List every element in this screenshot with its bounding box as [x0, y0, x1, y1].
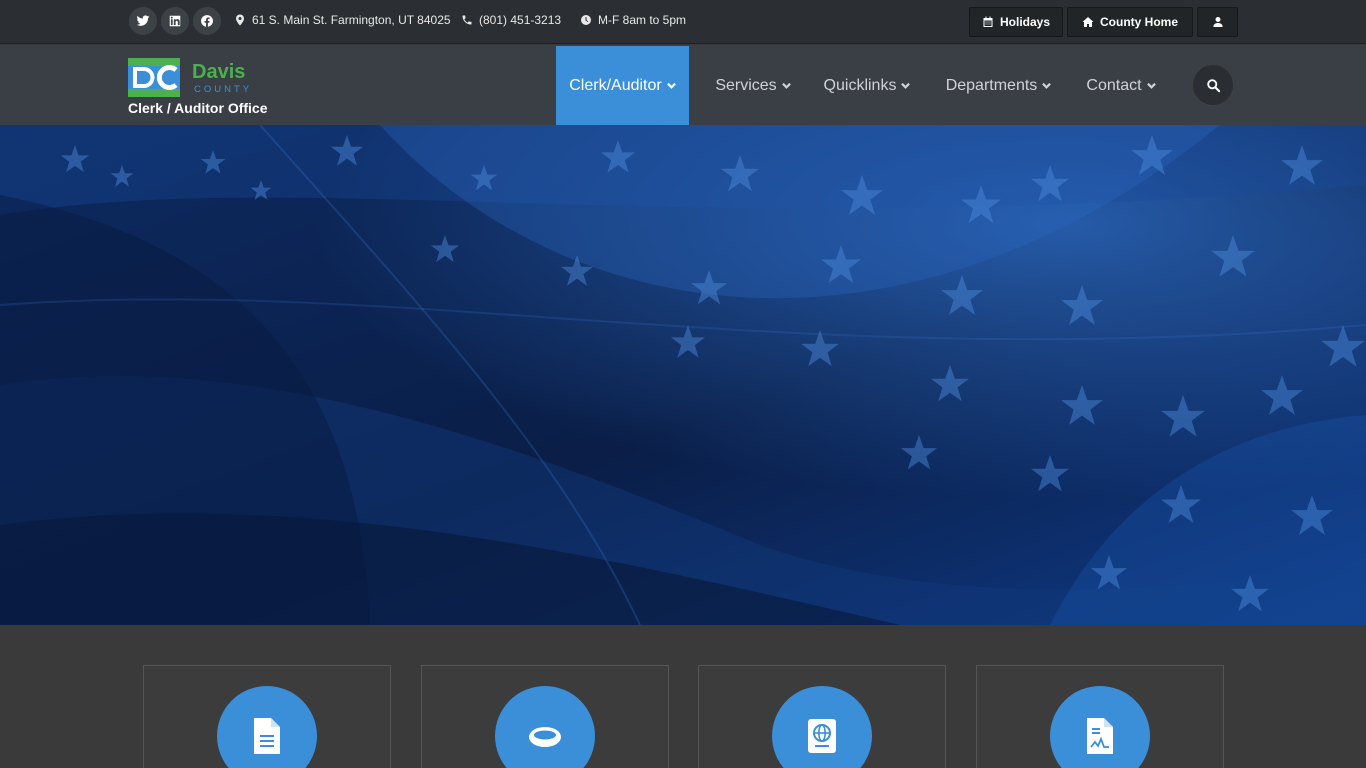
phone-icon — [462, 15, 472, 25]
hero-banner — [0, 125, 1366, 625]
top-utility-bar: 61 S. Main St. Farmington, UT 84025 (801… — [0, 0, 1366, 44]
holidays-button[interactable]: Holidays — [969, 7, 1063, 37]
hours-text: M-F 8am to 5pm — [598, 13, 687, 27]
address-text: 61 S. Main St. Farmington, UT 84025 — [252, 13, 451, 27]
nav-services[interactable]: Services — [707, 46, 799, 125]
user-icon — [1213, 17, 1222, 27]
county-home-button[interactable]: County Home — [1067, 7, 1193, 37]
logo-name-text: Davis — [192, 61, 245, 83]
nav-quicklinks-label: Quicklinks — [823, 76, 897, 94]
card-icon-circle — [495, 686, 595, 768]
home-icon — [1082, 17, 1094, 27]
calendar-icon — [983, 16, 993, 27]
nav-departments[interactable]: Departments — [935, 46, 1062, 125]
ring-icon — [529, 727, 561, 747]
document-icon — [254, 718, 280, 754]
nav-departments-label: Departments — [945, 76, 1038, 94]
davis-county-logo[interactable]: Davis COUNTY — [128, 58, 273, 98]
phone-text: (801) 451-3213 — [479, 13, 562, 27]
nav-clerk-auditor[interactable]: Clerk/Auditor — [556, 46, 689, 125]
user-account-button[interactable] — [1197, 7, 1238, 37]
passport-icon — [808, 719, 836, 753]
flag-background-image — [0, 125, 1366, 625]
chevron-down-icon — [1146, 82, 1156, 89]
card-icon-circle — [1050, 686, 1150, 768]
chevron-down-icon — [666, 82, 676, 89]
county-home-label: County Home — [1100, 15, 1178, 29]
search-icon — [1206, 78, 1220, 92]
nav-quicklinks[interactable]: Quicklinks — [815, 46, 919, 125]
card-icon-circle — [772, 686, 872, 768]
chevron-down-icon — [781, 82, 791, 89]
holidays-label: Holidays — [999, 15, 1050, 29]
service-card-passport[interactable] — [698, 665, 946, 768]
logo-county-text: COUNTY — [194, 84, 252, 95]
facebook-link[interactable] — [193, 7, 221, 35]
twitter-link[interactable] — [129, 7, 157, 35]
service-card-marriage[interactable] — [421, 665, 669, 768]
chevron-down-icon — [1042, 82, 1052, 89]
phone-info[interactable]: (801) 451-3213 — [461, 13, 561, 27]
linkedin-icon — [169, 15, 181, 27]
map-marker-icon — [236, 14, 244, 26]
nav-services-label: Services — [715, 76, 777, 94]
service-card-records[interactable] — [976, 665, 1224, 768]
main-header: Davis COUNTY Clerk / Auditor Office Cler… — [0, 45, 1366, 125]
hours-info: M-F 8am to 5pm — [580, 13, 686, 27]
linkedin-link[interactable] — [161, 7, 189, 35]
nav-clerk-auditor-label: Clerk/Auditor — [569, 76, 662, 94]
twitter-icon — [136, 15, 150, 26]
clock-icon — [581, 15, 591, 25]
search-button[interactable] — [1193, 65, 1233, 105]
chevron-down-icon — [901, 82, 911, 89]
office-subtitle: Clerk / Auditor Office — [128, 100, 268, 116]
address-info: 61 S. Main St. Farmington, UT 84025 — [234, 13, 451, 27]
service-card-documents[interactable] — [143, 665, 391, 768]
nav-contact-label: Contact — [1086, 76, 1142, 94]
card-icon-circle — [217, 686, 317, 768]
logo-mark: Davis COUNTY — [128, 58, 252, 97]
certificate-icon — [1087, 718, 1113, 754]
facebook-icon — [201, 15, 213, 27]
nav-contact[interactable]: Contact — [1077, 46, 1165, 125]
